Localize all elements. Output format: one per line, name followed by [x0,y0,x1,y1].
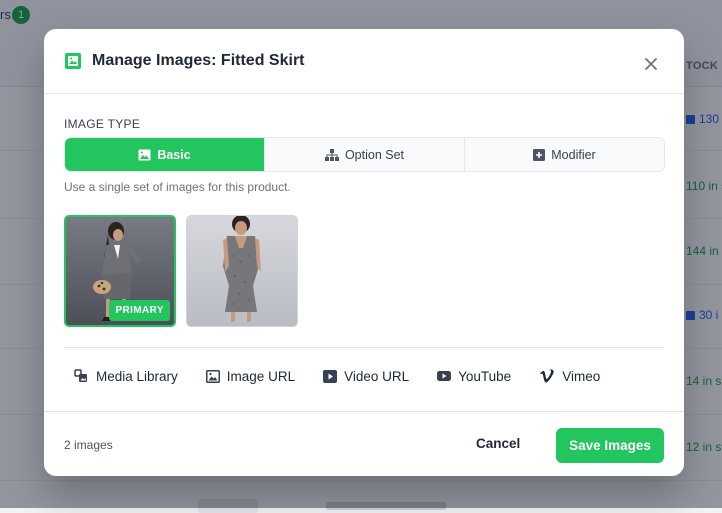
video-url-button[interactable]: Video URL [323,369,409,384]
image-icon [138,149,151,160]
gallery-icon [65,53,81,69]
tab-option-set[interactable]: Option Set [264,138,464,171]
vimeo-button[interactable]: Vimeo [539,369,600,384]
image-url-button[interactable]: Image URL [205,368,296,384]
image-type-label: IMAGE TYPE [64,117,141,131]
modal-header: Manage Images: Fitted Skirt [44,29,684,94]
hierarchy-icon [324,148,339,161]
image-thumbnail-primary[interactable]: PRIMARY [64,215,176,327]
save-images-button[interactable]: Save Images [556,428,664,463]
video-url-label: Video URL [344,368,410,384]
image-thumbnail[interactable] [186,215,298,327]
image-source-toolbar: Media Library Image URL Video URL YouTub… [64,364,628,388]
primary-badge: PRIMARY [109,300,170,321]
close-icon[interactable] [642,55,660,73]
modal-title: Manage Images: Fitted Skirt [92,52,305,69]
modal-footer: 2 images Cancel Save Images [44,411,684,476]
media-library-button[interactable]: Media Library [74,369,178,384]
image-type-selector: Basic Option Set Modifier [64,137,665,172]
plus-square-icon [533,148,546,161]
youtube-icon [437,371,452,381]
image-type-hint: Use a single set of images for this prod… [64,180,291,194]
media-library-label: Media Library [96,368,178,384]
image-icon [205,369,220,383]
tab-basic[interactable]: Basic [65,138,264,171]
image-url-label: Image URL [226,368,296,384]
manage-images-modal: Manage Images: Fitted Skirt IMAGE TYPE B… [44,29,684,476]
vimeo-label: Vimeo [562,368,601,384]
product-photo [187,216,297,326]
cancel-button[interactable]: Cancel [476,436,520,451]
youtube-label: YouTube [458,368,512,384]
tab-label: Modifier [551,147,596,162]
tab-modifier[interactable]: Modifier [464,138,664,171]
media-library-icon [74,369,87,382]
youtube-button[interactable]: YouTube [437,369,511,384]
image-count: 2 images [64,438,113,452]
divider [64,347,664,348]
vimeo-icon [540,369,554,383]
video-icon [323,369,338,383]
tab-label: Basic [157,147,191,162]
tab-label: Option Set [344,147,405,162]
